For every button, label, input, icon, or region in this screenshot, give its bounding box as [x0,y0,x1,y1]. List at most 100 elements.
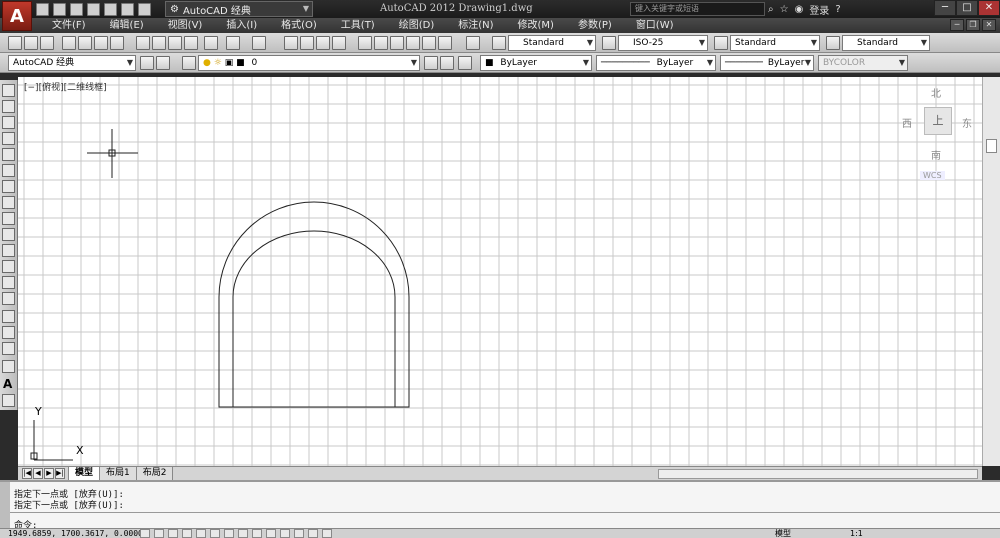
dynamic-ucs-button[interactable] [252,529,262,538]
menu-item[interactable]: 绘图(D) [387,19,447,32]
snap-mode-button[interactable] [154,529,164,538]
help-icon[interactable] [466,36,480,50]
properties-icon[interactable] [358,36,372,50]
dynamic-input-button[interactable] [266,529,276,538]
dim-style-select[interactable]: ISO-25 ▼ [618,35,708,51]
plot-icon[interactable] [62,36,76,50]
arch-inner[interactable] [232,230,396,407]
lineweight-select[interactable]: ─────── ByLayer ▼ [720,55,814,71]
user-icon[interactable]: ◉ [795,4,804,15]
circle-icon[interactable] [2,180,15,193]
rectangle-icon[interactable] [2,148,15,161]
hatch-icon[interactable] [2,310,15,323]
redo-icon[interactable] [252,36,266,50]
table-style-icon[interactable] [714,36,728,50]
make-current-layer-icon[interactable] [424,56,438,70]
qnew-icon[interactable] [8,36,22,50]
quick-properties-button[interactable] [308,529,318,538]
make-block-icon[interactable] [2,276,15,289]
menu-item[interactable]: 窗口(W) [624,19,686,32]
save-icon[interactable] [70,2,83,16]
first-tab-button[interactable]: |◀ [22,468,32,479]
cut-icon[interactable] [136,36,150,50]
sheet-set-icon[interactable] [406,36,420,50]
construction-line-icon[interactable] [2,100,15,113]
object-snap-tracking-button[interactable] [238,529,248,538]
3d-dwf-icon[interactable] [110,36,124,50]
annotation-scale[interactable]: 1:1 [850,529,863,538]
zoom-previous-icon[interactable] [332,36,346,50]
revcloud-icon[interactable] [2,196,15,209]
transparency-button[interactable] [294,529,304,538]
line-icon[interactable] [2,84,15,97]
maximize-button[interactable]: □ [956,0,978,16]
menu-item[interactable]: 编辑(E) [98,19,156,32]
layer-select[interactable]: ● ☼ ▣ ■ 0 ▼ [198,55,420,71]
horizontal-scrollbar[interactable] [658,469,978,479]
table-icon[interactable] [2,360,15,373]
text-style-select[interactable]: Standard ▼ [508,35,596,51]
match-properties-icon[interactable] [184,36,198,50]
viewcube-south[interactable]: 南 [931,147,941,162]
publish-icon[interactable] [94,36,108,50]
menu-item[interactable]: 格式(O) [269,19,329,32]
plotstyle-select[interactable]: BYCOLOR ▼ [818,55,908,71]
menu-item[interactable]: 工具(T) [329,19,387,32]
menu-item[interactable]: 参数(P) [566,19,624,32]
paste-icon[interactable] [168,36,182,50]
viewcube-top-face[interactable]: 上 [924,107,952,135]
quickcalc-icon[interactable] [438,36,452,50]
redo-icon[interactable] [138,2,151,16]
scroll-thumb[interactable] [986,139,997,153]
infer-constraints-button[interactable] [140,529,150,538]
gradient-icon[interactable] [2,326,15,339]
pan-icon[interactable] [284,36,298,50]
save-icon[interactable] [40,36,54,50]
doc-restore-button[interactable]: ❐ [966,19,980,31]
object-snap-button[interactable] [210,529,220,538]
login-link[interactable]: 登录 [809,2,829,17]
plot-preview-icon[interactable] [78,36,92,50]
menu-item[interactable]: 修改(M) [506,19,566,32]
viewcube-west[interactable]: 西 [902,115,912,130]
layer-properties-icon[interactable] [182,56,196,70]
drawing-area[interactable]: [−][俯视][二维线框] Y X 北 西 上 东 南 WCS [18,77,982,466]
ortho-mode-button[interactable] [182,529,192,538]
grid-display-button[interactable] [168,529,178,538]
minimize-button[interactable]: ─ [934,0,956,16]
lineweight-button[interactable] [280,529,290,538]
undo-icon[interactable] [121,2,134,16]
binoculars-icon[interactable]: ⌕ [768,4,774,15]
zoom-realtime-icon[interactable] [300,36,314,50]
copy-icon[interactable] [152,36,166,50]
zoom-window-icon[interactable] [316,36,330,50]
layout-tab[interactable]: 布局2 [135,467,174,481]
doc-minimize-button[interactable]: ─ [950,19,964,31]
undo-icon[interactable] [226,36,240,50]
color-select[interactable]: ■ ByLayer ▼ [480,55,592,71]
star-icon[interactable]: ☆ [780,4,789,15]
help-icon[interactable]: ? [835,4,840,15]
menu-item[interactable]: 文件(F) [40,19,98,32]
model-space-button[interactable]: 模型 [775,529,791,538]
polar-tracking-button[interactable] [196,529,206,538]
next-tab-button[interactable]: ▶ [44,468,54,479]
new-icon[interactable] [36,2,49,16]
close-button[interactable]: ✕ [978,0,1000,16]
markup-icon[interactable] [422,36,436,50]
viewcube-north[interactable]: 北 [931,85,941,100]
customize-icon[interactable] [156,56,170,70]
region-icon[interactable] [2,342,15,355]
menu-item[interactable]: 插入(I) [214,19,269,32]
table-style-select[interactable]: Standard ▼ [730,35,820,51]
prev-tab-button[interactable]: ◀ [33,468,43,479]
text-style-icon[interactable] [492,36,506,50]
layer-previous-icon[interactable] [440,56,454,70]
mleader-style-select[interactable]: Standard ▼ [842,35,930,51]
linetype-select[interactable]: ───────── ByLayer ▼ [596,55,716,71]
wcs-menu[interactable]: WCS [920,171,945,180]
menu-item[interactable]: 标注(N) [446,19,505,32]
design-center-icon[interactable] [374,36,388,50]
mtext-icon[interactable]: A [3,377,12,391]
arch-outer[interactable] [218,201,410,408]
